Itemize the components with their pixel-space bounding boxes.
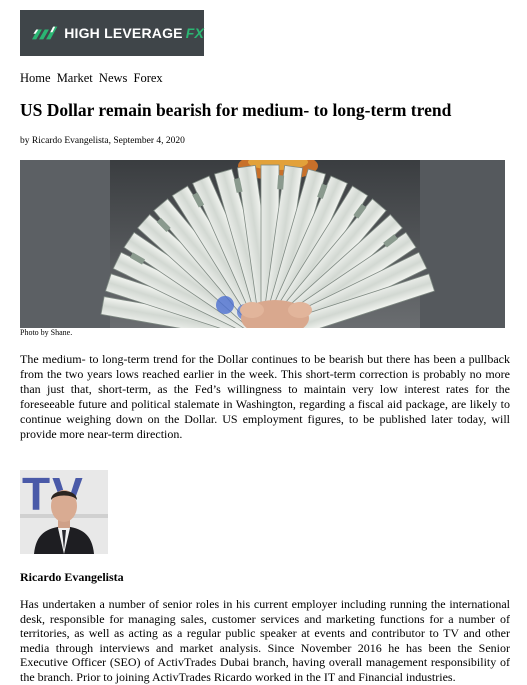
article-body: The medium- to long-term trend for the D… xyxy=(20,352,510,441)
nav-news-link[interactable]: News xyxy=(99,71,127,85)
logo-text: HIGH LEVERAGE FX xyxy=(64,25,204,41)
author-portrait: TV xyxy=(20,470,108,554)
author-avatar: TV xyxy=(20,470,108,554)
nav-home-link[interactable]: Home xyxy=(20,71,51,85)
author-bio: Has undertaken a number of senior roles … xyxy=(20,597,510,684)
photo-caption: Photo by Shane. xyxy=(20,328,73,337)
logo-mark-icon xyxy=(32,26,58,40)
breadcrumb: Home Market News Forex xyxy=(20,71,166,86)
article-title: US Dollar remain bearish for medium- to … xyxy=(20,100,452,120)
article-byline: by Ricardo Evangelista, September 4, 202… xyxy=(20,136,185,146)
money-fan-illustration xyxy=(20,160,505,328)
site-logo[interactable]: HIGH LEVERAGE FX xyxy=(20,10,204,56)
nav-market-link[interactable]: Market xyxy=(57,71,93,85)
nav-forex-link[interactable]: Forex xyxy=(134,71,163,85)
article-hero-image xyxy=(20,160,505,328)
author-name: Ricardo Evangelista xyxy=(20,570,124,584)
